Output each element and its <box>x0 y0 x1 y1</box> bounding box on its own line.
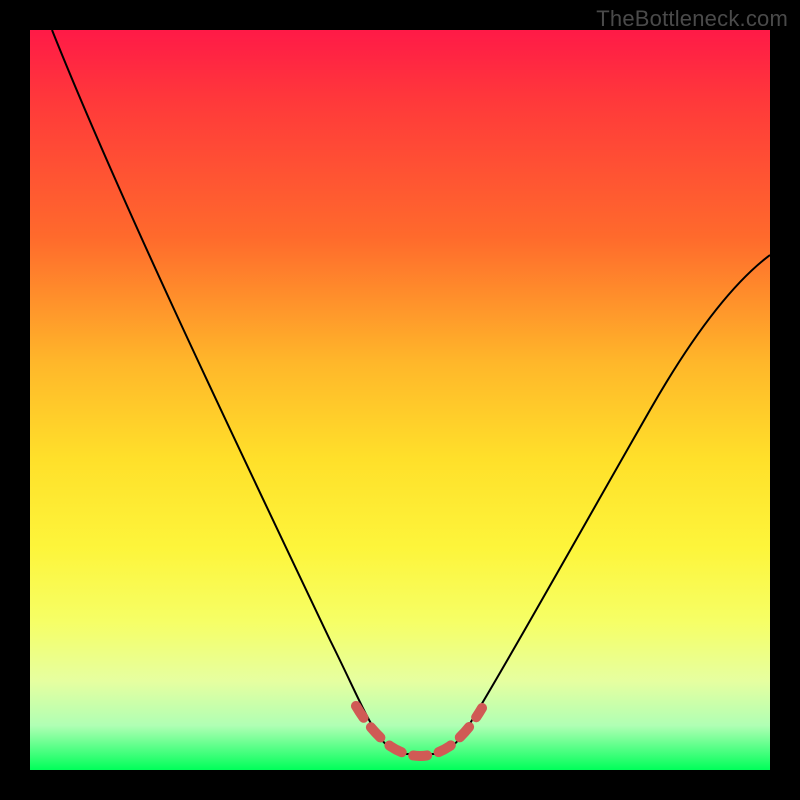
watermark-text: TheBottleneck.com <box>596 6 788 32</box>
valley-highlight <box>356 706 482 756</box>
curve-layer <box>30 30 770 770</box>
plot-area <box>30 30 770 770</box>
bottleneck-curve <box>52 30 770 754</box>
chart-frame: TheBottleneck.com <box>0 0 800 800</box>
